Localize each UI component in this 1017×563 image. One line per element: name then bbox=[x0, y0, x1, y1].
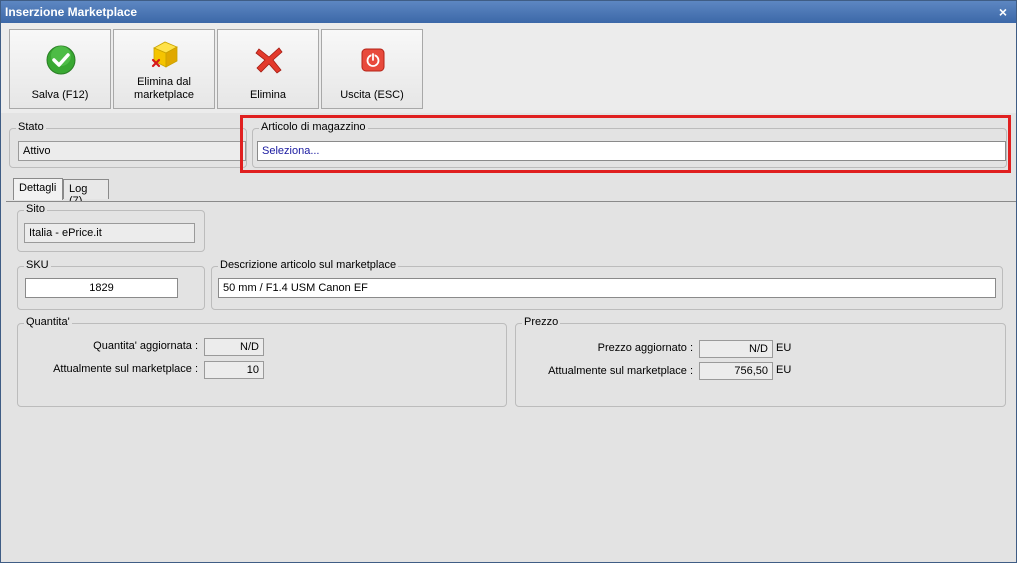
save-button[interactable]: Salva (F12) bbox=[9, 29, 111, 109]
prezzo-aggiornato-label: Prezzo aggiornato : bbox=[597, 342, 693, 354]
descrizione-field[interactable]: 50 mm / F1.4 USM Canon EF bbox=[218, 278, 996, 298]
tab-log[interactable]: Log (7) bbox=[63, 179, 109, 207]
quantita-attuale-field: 10 bbox=[204, 361, 264, 379]
toolbar: Salva (F12) Elimina dal marketplace Elim… bbox=[1, 23, 1016, 113]
quantita-aggiornata-field: N/D bbox=[204, 338, 264, 356]
prezzo-attuale-currency: EU bbox=[776, 364, 792, 376]
sku-title: SKU bbox=[24, 259, 51, 271]
stato-field: Attivo bbox=[18, 141, 246, 161]
descrizione-title: Descrizione articolo sul marketplace bbox=[218, 259, 399, 271]
check-circle-icon bbox=[46, 45, 76, 75]
delete-button[interactable]: Elimina bbox=[217, 29, 319, 109]
exit-button[interactable]: Uscita (ESC) bbox=[321, 29, 423, 109]
box-x-icon bbox=[151, 41, 178, 68]
save-button-label: Salva (F12) bbox=[31, 89, 89, 101]
prezzo-title: Prezzo bbox=[522, 316, 561, 328]
close-icon[interactable]: × bbox=[996, 1, 1010, 23]
power-icon bbox=[361, 48, 385, 72]
prezzo-attuale-label: Attualmente sul marketplace : bbox=[548, 365, 693, 377]
stato-title: Stato bbox=[16, 121, 46, 133]
red-x-icon bbox=[255, 47, 283, 74]
sito-title: Sito bbox=[24, 203, 47, 215]
tab-dettagli[interactable]: Dettagli bbox=[13, 178, 63, 200]
prezzo-aggiornato-currency: EU bbox=[776, 342, 792, 354]
delete-button-label: Elimina bbox=[249, 89, 287, 101]
marketplace-window: Inserzione Marketplace × Salva (F12) Eli… bbox=[0, 0, 1017, 563]
sito-field: Italia - ePrice.it bbox=[24, 223, 195, 243]
remove-from-marketplace-button[interactable]: Elimina dal marketplace bbox=[113, 29, 215, 109]
quantita-aggiornata-label: Quantita' aggiornata : bbox=[93, 340, 198, 352]
sku-field[interactable]: 1829 bbox=[25, 278, 178, 298]
quantita-attuale-label: Attualmente sul marketplace : bbox=[53, 363, 198, 375]
window-title: Inserzione Marketplace bbox=[5, 5, 138, 19]
title-bar: Inserzione Marketplace × bbox=[1, 1, 1016, 23]
quantita-title: Quantita' bbox=[24, 316, 72, 328]
prezzo-aggiornato-field: N/D bbox=[699, 340, 773, 358]
highlight-box bbox=[240, 115, 1011, 173]
prezzo-attuale-field: 756,50 bbox=[699, 362, 773, 380]
exit-button-label: Uscita (ESC) bbox=[340, 89, 404, 101]
remove-from-marketplace-label: Elimina dal marketplace bbox=[134, 76, 194, 101]
